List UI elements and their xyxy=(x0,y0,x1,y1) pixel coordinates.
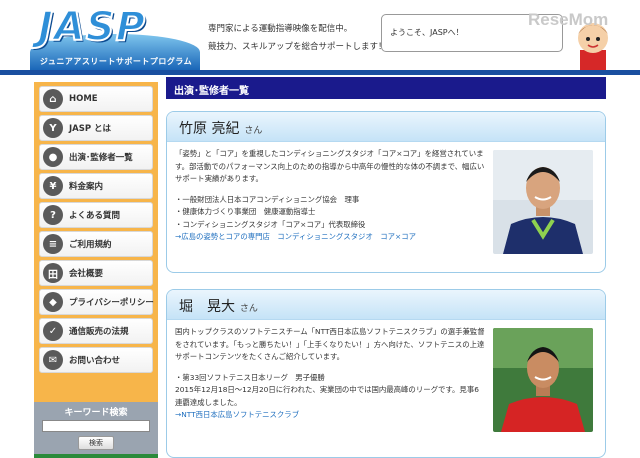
sidebar-nav: ⌂ HOME Y JASP とは ● 出演･監修者一覧 ¥ 料金案内 ? よくあ… xyxy=(34,82,158,402)
performer-photo-takehara xyxy=(493,150,593,254)
logo-subtitle: ジュニアアスリートサポートプログラム xyxy=(39,57,193,66)
mail-icon: ✉ xyxy=(43,350,63,370)
search-title: キーワード検索 xyxy=(64,408,128,418)
sidebar-bottom-bar xyxy=(34,454,158,458)
tagline: 専門家による運動指導映像を配信中。 競技力、スキルアップを総合サポートします！ xyxy=(208,20,387,56)
search-button[interactable]: 検索 xyxy=(78,436,114,450)
sidebar-item-label: JASP とは xyxy=(69,124,112,134)
header-divider xyxy=(0,70,640,75)
sidebar-item-label: 出演･監修者一覧 xyxy=(69,153,133,163)
sidebar-item-commerce-law[interactable]: ✓ 通信販売の法規 xyxy=(39,318,153,344)
sidebar-item-home[interactable]: ⌂ HOME xyxy=(39,86,153,112)
honorific: さん xyxy=(244,126,263,136)
sidebar-item-company[interactable]: 田 会社概要 xyxy=(39,260,153,286)
logo-text: JASP xyxy=(37,3,146,51)
sidebar-item-performers[interactable]: ● 出演･監修者一覧 xyxy=(39,144,153,170)
page-title: 出演･監修者一覧 xyxy=(166,77,606,99)
performer-name: 竹原 亮紀 xyxy=(179,121,240,137)
honorific: さん xyxy=(239,304,258,314)
performer-credential: ・第33回ソフトテニス日本リーグ 男子優勝 xyxy=(175,372,325,382)
sidebar-item-label: 通信販売の法規 xyxy=(69,327,129,337)
performer-photo-hori xyxy=(493,328,593,432)
performer-link[interactable]: →広島の姿勢とコアの専門店 コンディショニングスタジオ コア×コア xyxy=(175,231,485,244)
performer-link[interactable]: →NTT西日本広島ソフトテニスクラブ xyxy=(175,409,485,422)
sidebar-item-pricing[interactable]: ¥ 料金案内 xyxy=(39,173,153,199)
card-header: 堀 晃大 さん xyxy=(167,290,605,320)
resemom-watermark: ReseMom xyxy=(528,10,609,29)
home-icon: ⌂ xyxy=(43,89,63,109)
performer-description: 国内トップクラスのソフトテニスチーム「NTT西日本広島ソフトテニスクラブ」の選手… xyxy=(175,327,485,361)
sidebar-item-faq[interactable]: ? よくある質問 xyxy=(39,202,153,228)
search-input[interactable] xyxy=(42,420,150,432)
card-text: 国内トップクラスのソフトテニスチーム「NTT西日本広島ソフトテニスクラブ」の選手… xyxy=(175,326,485,422)
sidebar-item-label: HOME xyxy=(69,94,98,104)
keyword-search-panel: キーワード検索 検索 xyxy=(34,402,158,458)
tagline-line-2: 競技力、スキルアップを総合サポートします！ xyxy=(208,42,387,52)
sidebar-item-terms[interactable]: ≡ ご利用規約 xyxy=(39,231,153,257)
performer-name: 堀 晃大 xyxy=(179,299,235,315)
performer-credential: ・一般財団法人日本コアコンディショニング協会 理事 xyxy=(175,194,360,204)
card-text: 「姿勢」と「コア」を重視したコンディショニングスタジオ「コア×コア」を経営されて… xyxy=(175,148,485,244)
sidebar-item-label: お問い合わせ xyxy=(69,356,121,366)
tagline-line-1: 専門家による運動指導映像を配信中。 xyxy=(208,24,353,34)
sidebar-item-label: よくある質問 xyxy=(69,211,121,221)
yen-icon: ¥ xyxy=(43,176,63,196)
performer-card-takehara: 竹原 亮紀 さん 「姿勢」と「コア」を重視したコンディショニングスタジオ「コア×… xyxy=(166,111,606,273)
sidebar-item-label: プライバシーポリシー xyxy=(69,298,154,308)
sidebar-item-about[interactable]: Y JASP とは xyxy=(39,115,153,141)
sidebar-item-label: 料金案内 xyxy=(69,182,104,192)
performer-credential: ・健康体力づくり事業団 健康運動指導士 xyxy=(175,207,316,216)
sidebar-item-label: ご利用規約 xyxy=(69,240,112,250)
building-icon: 田 xyxy=(43,263,63,283)
sidebar-item-label: 会社概要 xyxy=(69,269,104,279)
question-icon: ? xyxy=(43,205,63,225)
site-header: JASP ジュニアアスリートサポートプログラム 専門家による運動指導映像を配信中… xyxy=(0,0,640,76)
person-icon: Y xyxy=(43,118,63,138)
check-icon: ✓ xyxy=(43,321,63,341)
lock-icon: ◆ xyxy=(43,292,63,312)
user-icon: ● xyxy=(43,147,63,167)
rules-icon: ≡ xyxy=(43,234,63,254)
jasp-logo[interactable]: JASP ジュニアアスリートサポートプログラム xyxy=(30,3,200,70)
sidebar-item-contact[interactable]: ✉ お問い合わせ xyxy=(39,347,153,373)
performer-credential: ・コンディショニングスタジオ「コア×コア」代表取締役 xyxy=(175,219,366,229)
performer-credential: 2015年12月18日～12月20日に行われた、実業団の中では国内最高峰のリーグ… xyxy=(175,385,479,407)
card-header: 竹原 亮紀 さん xyxy=(167,112,605,142)
performer-card-hori: 堀 晃大 さん 国内トップクラスのソフトテニスチーム「NTT西日本広島ソフトテニ… xyxy=(166,289,606,458)
sidebar-item-privacy[interactable]: ◆ プライバシーポリシー xyxy=(39,289,154,315)
performer-description: 「姿勢」と「コア」を重視したコンディショニングスタジオ「コア×コア」を経営されて… xyxy=(175,149,485,183)
